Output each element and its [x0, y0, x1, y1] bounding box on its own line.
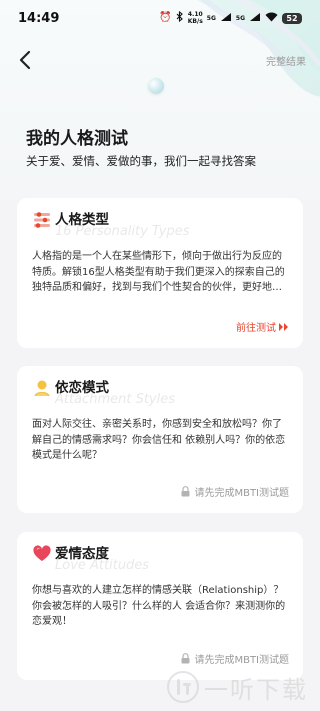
lock-icon	[181, 653, 190, 664]
alarm-icon: ⏰	[159, 12, 172, 23]
card-title: 人格类型	[55, 212, 109, 228]
full-result-link[interactable]: 完整结果	[266, 53, 306, 68]
card-title: 依恋模式	[55, 380, 109, 396]
nav-bar: 完整结果	[0, 44, 320, 76]
back-arrow-icon	[19, 50, 31, 70]
status-time: 14:49	[18, 10, 60, 26]
watermark: 一听下载	[166, 667, 316, 707]
watermark-logo-icon	[167, 671, 199, 703]
signal-icon-1	[220, 12, 232, 24]
battery-indicator: 52	[282, 12, 302, 24]
card-description: 面对人际交往、亲密关系时，你感到安全和放松吗？你了解自己的情感需求吗？你会信任和…	[32, 419, 286, 461]
locked-hint: 请先完成MBTI测试题	[181, 651, 289, 666]
card-description: 你想与喜欢的人建立怎样的情感关联（Relationship）？你会被怎样的人吸引…	[32, 585, 286, 627]
wifi-icon	[265, 12, 278, 24]
locked-hint-text: 请先完成MBTI测试题	[194, 655, 289, 666]
page-title: 我的人格测试	[26, 129, 128, 149]
card-title: 爱情态度	[55, 546, 109, 562]
status-bar: 14:49 ⏰ 4.10 KB/s 5G 5G 52	[0, 0, 320, 36]
card-personality-type[interactable]: 16 Personality Types 人格类型 人格指的是一个人在某些情形下…	[17, 198, 303, 348]
decorative-orb	[148, 78, 164, 94]
start-test-label: 前往测试	[236, 323, 276, 334]
locked-hint-text: 请先完成MBTI测试题	[194, 488, 289, 499]
signal-label-1: 5G	[206, 14, 216, 22]
start-test-button[interactable]: 前往测试	[236, 319, 289, 334]
page-subtitle: 关于爱、爱情、爱做的事，我们一起寻找答案	[26, 154, 256, 168]
personality-type-icon	[34, 212, 50, 228]
lock-icon	[181, 486, 190, 497]
card-description: 人格指的是一个人在某些情形下，倾向于做出行为反应的特质。解锁16型人格类型有助于…	[32, 251, 285, 293]
speed-unit: KB/s	[187, 18, 203, 25]
bluetooth-icon	[176, 10, 184, 25]
status-icons: ⏰ 4.10 KB/s 5G 5G 52	[159, 10, 302, 25]
card-love-attitude: Love Attitudes 爱情态度 你想与喜欢的人建立怎样的情感关联（Rel…	[17, 532, 303, 680]
locked-hint: 请先完成MBTI测试题	[181, 484, 289, 499]
signal-label-2: 5G	[235, 14, 245, 22]
signal-icon-2	[249, 12, 261, 24]
network-speed: 4.10 KB/s	[188, 11, 203, 25]
heart-icon	[33, 545, 51, 561]
back-button[interactable]	[14, 48, 36, 72]
speed-value: 4.10	[187, 11, 203, 18]
card-attachment-style: Attachment Styles 依恋模式 面对人际交往、亲密关系时，你感到安…	[17, 366, 303, 513]
attachment-style-icon	[34, 380, 50, 396]
watermark-text: 一听下载	[204, 675, 308, 704]
double-arrow-icon	[279, 322, 288, 331]
